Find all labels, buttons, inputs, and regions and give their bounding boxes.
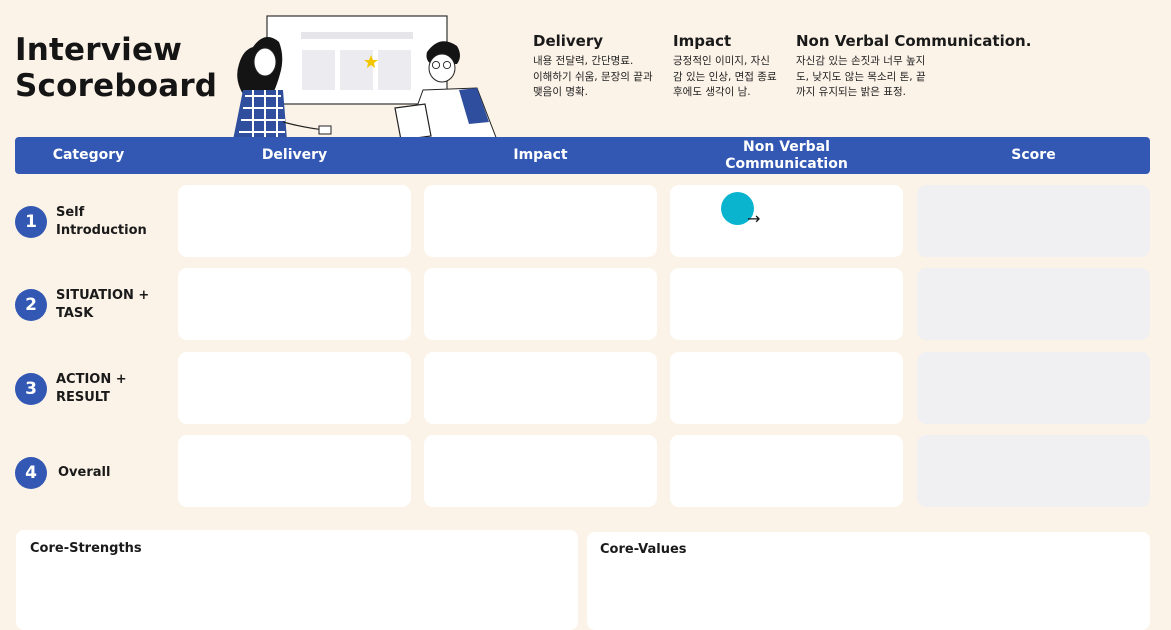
header-nvc-line-2: Communication [725,155,848,172]
arrow-right-icon: → [747,209,761,228]
cell-delivery-row-2[interactable] [178,268,411,340]
cell-impact-row-4[interactable] [424,435,657,507]
cell-score-row-3[interactable] [917,352,1150,424]
row-label-line: Self [56,205,85,220]
legend-impact-title: Impact [673,32,732,50]
header-delivery: Delivery [261,147,328,163]
row-label-line: Overall [58,465,111,480]
core-values-box[interactable]: Core-Values [587,532,1150,630]
legend-delivery-line: 내용 전달력, 간단명료. [533,55,634,67]
cell-impact-row-1[interactable] [424,185,657,257]
row-label-text: ACTION + RESULT [56,371,127,407]
row-label-line: ACTION + [56,372,127,387]
legend-nvc-line: 도, 낮지도 않는 목소리 톤, 끝 [796,70,926,83]
row-label-action-result: 3 ACTION + RESULT [15,371,175,407]
cell-nvc-row-4[interactable] [670,435,903,507]
row-number-badge: 2 [15,289,47,321]
row-label-line: RESULT [56,390,110,405]
legend-impact-line: 긍정적인 이미지, 자신 [673,55,770,67]
legend-impact-line: 후에도 생각이 남. [673,86,751,98]
row-label-text: Overall [58,464,110,482]
row-label-line: TASK [56,306,94,321]
header-nvc-line-1: Non Verbal [743,138,830,155]
table-header: Category Delivery Impact Non Verbal Comm… [15,137,1150,174]
cell-impact-row-3[interactable] [424,352,657,424]
legend-delivery-title: Delivery [533,32,604,50]
cell-delivery-row-1[interactable] [178,185,411,257]
cell-impact-row-2[interactable] [424,268,657,340]
legend-nvc: Non Verbal Communication. 자신감 있는 손짓과 너무 … [796,31,1036,101]
row-label-overall: 4 Overall [15,456,175,490]
legend-nvc-line: 자신감 있는 손짓과 너무 높지 [796,55,926,67]
core-strengths-label: Core-Strengths [30,541,142,556]
cell-nvc-row-2[interactable] [670,268,903,340]
row-label-text: SITUATION + TASK [56,287,149,323]
cell-delivery-row-4[interactable] [178,435,411,507]
cell-score-row-4[interactable] [917,435,1150,507]
legend-delivery: Delivery 내용 전달력, 간단명료. 이해하기 쉬움, 문장의 끝과 맺… [533,31,668,101]
header-impact: Impact [513,147,568,163]
core-values-label: Core-Values [600,542,687,557]
header-score: Score [1011,147,1056,163]
legend-nvc-title: Non Verbal Communication. [796,32,1032,50]
legend-delivery-line: 이해하기 쉬움, 문장의 끝과 [533,70,653,83]
row-label-text: Self Introduction [56,204,147,240]
row-label-line: Introduction [56,223,147,238]
cell-delivery-row-3[interactable] [178,352,411,424]
row-label-self-introduction: 1 Self Introduction [15,204,175,240]
header-nvc: Non Verbal Communication [670,137,903,174]
two-people-presentation-illustration [233,15,498,140]
legend-nvc-line: 까지 유지되는 밝은 표정. [796,86,906,98]
core-strengths-box[interactable]: Core-Strengths [16,530,578,630]
legend-delivery-line: 맺음이 명확. [533,86,588,98]
title-line-2: Scoreboard [15,68,218,104]
row-label-line: SITUATION + [56,288,150,303]
row-number-badge: 3 [15,373,47,405]
cell-score-row-2[interactable] [917,268,1150,340]
cell-nvc-row-3[interactable] [670,352,903,424]
page-title: Interview Scoreboard [15,32,217,104]
row-number-badge: 1 [15,206,47,238]
cell-score-row-1[interactable] [917,185,1150,257]
legend-impact: Impact 긍정적인 이미지, 자신 감 있는 인상, 면접 종료 후에도 생… [673,31,788,101]
legend-impact-line: 감 있는 인상, 면접 종료 [673,70,777,83]
header-category: Category [52,147,125,163]
cell-nvc-row-1[interactable] [670,185,903,257]
row-label-situation-task: 2 SITUATION + TASK [15,287,175,323]
row-number-badge: 4 [15,457,47,489]
title-line-1: Interview [15,32,183,68]
